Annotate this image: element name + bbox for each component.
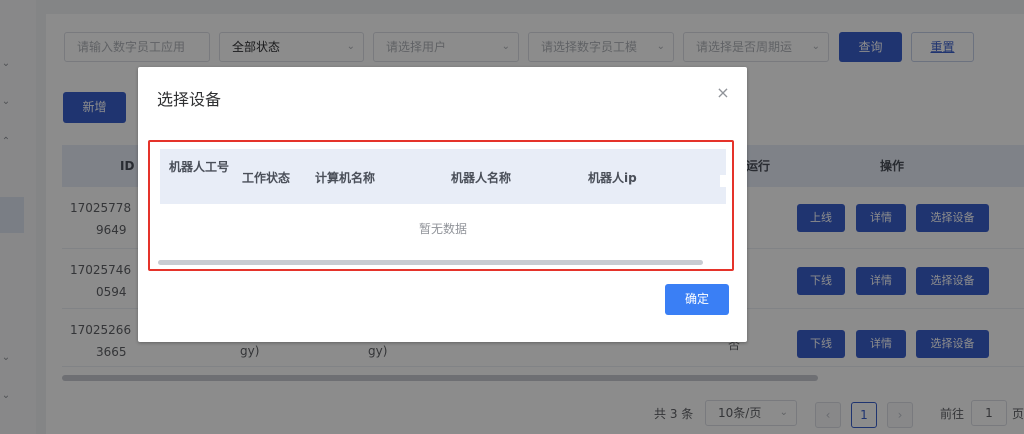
column-header-robot-name: 机器人名称 (451, 171, 512, 185)
header-scroll-gutter (720, 175, 726, 187)
empty-state-text: 暂无数据 (418, 222, 467, 236)
device-table-highlight: 机器人工号 工作状态 计算机名称 机器人名称 机器人ip 暂无数据 (148, 140, 734, 271)
close-icon[interactable]: × (715, 83, 731, 102)
select-device-dialog: 选择设备 × 机器人工号 工作状态 计算机名称 机器人名称 机器人ip 暂无数据… (138, 67, 747, 342)
column-header-work-status: 工作状态 (242, 171, 291, 185)
column-header-robot-id: 机器人工号 (169, 160, 230, 174)
column-header-computer-name: 计算机名称 (315, 171, 376, 185)
confirm-button[interactable]: 确定 (665, 284, 729, 315)
dialog-title: 选择设备 (157, 90, 222, 109)
device-table-header: 机器人工号 工作状态 计算机名称 机器人名称 机器人ip (160, 149, 726, 204)
dialog-table-scrollbar[interactable] (158, 260, 703, 265)
column-header-robot-ip: 机器人ip (588, 171, 637, 185)
